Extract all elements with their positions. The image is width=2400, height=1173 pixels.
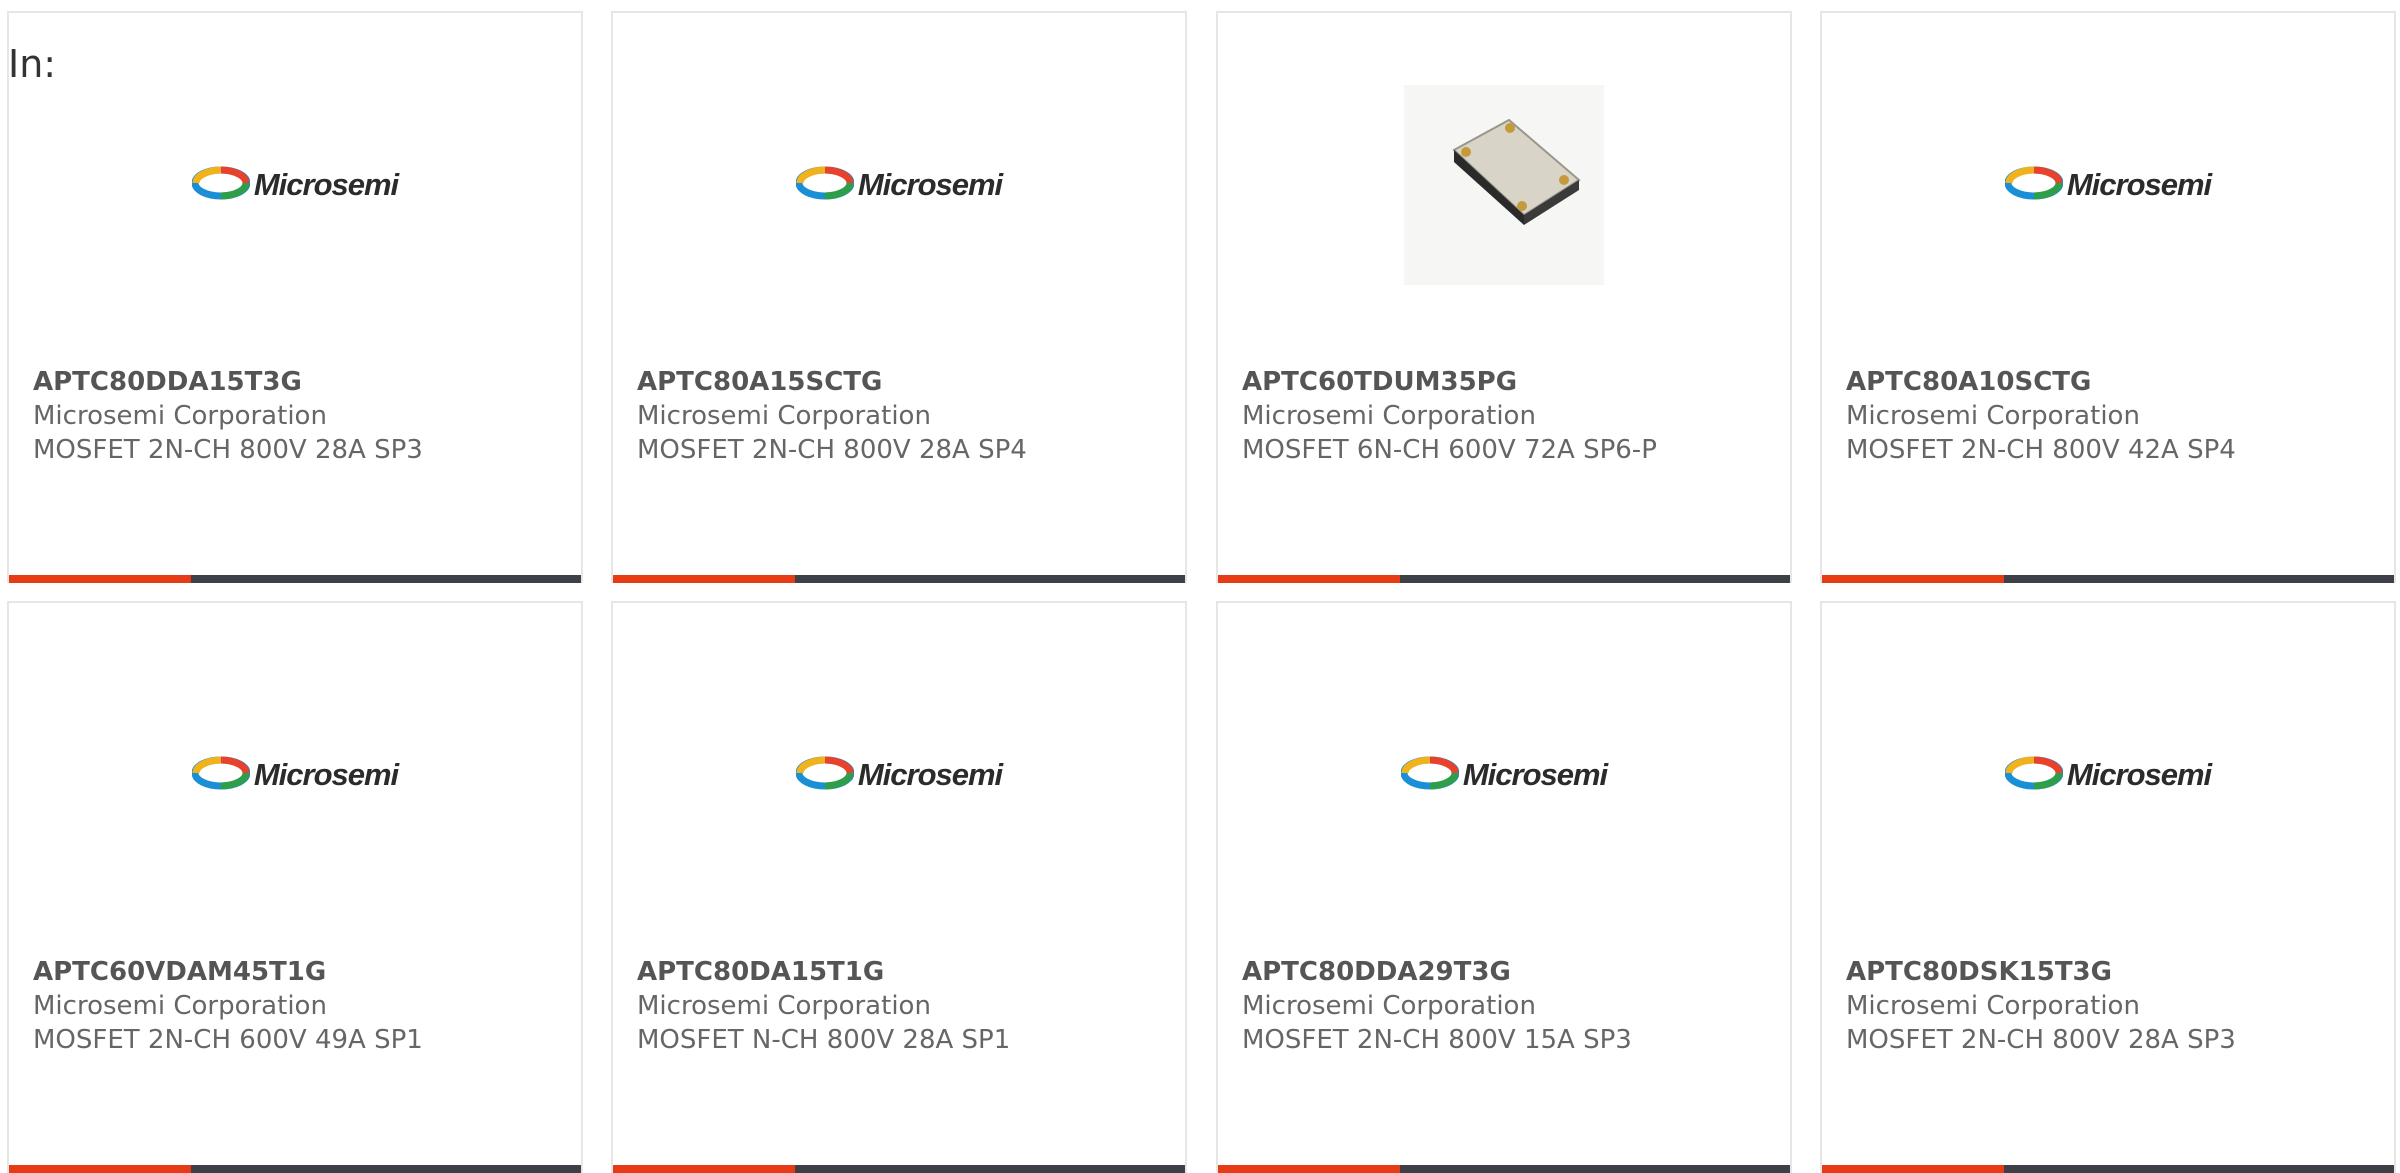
- product-description: MOSFET 2N-CH 800V 15A SP3: [1242, 1025, 1632, 1055]
- product-photo[interactable]: [1404, 85, 1604, 285]
- product-image-area[interactable]: Microsemi: [9, 85, 581, 285]
- product-description: MOSFET 2N-CH 800V 28A SP3: [1846, 1025, 2236, 1055]
- part-number-link[interactable]: APTC80DDA15T3G: [33, 365, 557, 399]
- product-info: APTC80DSK15T3G Microsemi Corporation MOSFE…: [1846, 955, 2370, 1057]
- manufacturer-name: Microsemi Corporation: [33, 401, 327, 431]
- part-number-link[interactable]: APTC80A15SCTG: [637, 365, 1161, 399]
- microsemi-logo: Microsemi: [191, 756, 399, 794]
- product-card[interactable]: Microsemi APTC80DSK15T3G Microsemi Corpora…: [1820, 601, 2396, 1173]
- microsemi-logo-icon: [795, 166, 855, 204]
- card-bottom-bar: [1218, 575, 1790, 583]
- microsemi-logo: Microsemi: [795, 166, 1003, 204]
- card-accent-bar: [613, 1165, 795, 1173]
- manufacturer-name: Microsemi Corporation: [1242, 401, 1536, 431]
- product-card[interactable]: APTC60TDUM35PG Microsemi Corporation MOSFE…: [1216, 11, 1792, 583]
- microsemi-logo-icon: [1400, 756, 1460, 794]
- product-description: MOSFET 2N-CH 800V 42A SP4: [1846, 435, 2236, 465]
- microsemi-logo-icon: [191, 166, 251, 204]
- product-description: MOSFET 2N-CH 800V 28A SP4: [637, 435, 1027, 465]
- product-image-area[interactable]: Microsemi: [613, 675, 1185, 875]
- card-bottom-bar: [9, 1165, 581, 1173]
- product-image-area[interactable]: Microsemi: [1822, 675, 2394, 875]
- microsemi-logo-text: Microsemi: [253, 167, 399, 202]
- card-accent-bar: [1218, 1165, 1400, 1173]
- microsemi-logo: Microsemi: [191, 166, 399, 204]
- product-info: APTC80DA15T1G Microsemi Corporation MOSFET…: [637, 955, 1161, 1057]
- card-accent-bar: [9, 1165, 191, 1173]
- microsemi-logo-text: Microsemi: [857, 757, 1003, 792]
- product-card[interactable]: Microsemi APTC80DDA15T3G Microsemi Corpora…: [7, 11, 583, 583]
- manufacturer-name: Microsemi Corporation: [637, 401, 931, 431]
- product-description: MOSFET 2N-CH 800V 28A SP3: [33, 435, 423, 465]
- card-accent-bar: [613, 575, 795, 583]
- part-number-link[interactable]: APTC80DSK15T3G: [1846, 955, 2370, 989]
- product-description: MOSFET N-CH 800V 28A SP1: [637, 1025, 1011, 1055]
- card-bottom-bar: [613, 1165, 1185, 1173]
- product-image-area[interactable]: Microsemi: [1218, 675, 1790, 875]
- product-info: APTC80A15SCTG Microsemi Corporation MOSFET…: [637, 365, 1161, 467]
- microsemi-logo-text: Microsemi: [253, 757, 399, 792]
- product-description: MOSFET 2N-CH 600V 49A SP1: [33, 1025, 423, 1055]
- manufacturer-name: Microsemi Corporation: [1846, 991, 2140, 1021]
- product-image-area[interactable]: Microsemi: [613, 85, 1185, 285]
- microsemi-logo: Microsemi: [795, 756, 1003, 794]
- product-info: APTC80A10SCTG Microsemi Corporation MOSFET…: [1846, 365, 2370, 467]
- microsemi-logo-text: Microsemi: [2066, 757, 2212, 792]
- manufacturer-name: Microsemi Corporation: [33, 991, 327, 1021]
- manufacturer-name: Microsemi Corporation: [637, 991, 931, 1021]
- microsemi-logo-text: Microsemi: [1462, 757, 1608, 792]
- microsemi-logo: Microsemi: [2004, 166, 2212, 204]
- card-accent-bar: [1218, 575, 1400, 583]
- card-bottom-bar: [1218, 1165, 1790, 1173]
- part-number-link[interactable]: APTC60VDAM45T1G: [33, 955, 557, 989]
- card-accent-bar: [9, 575, 191, 583]
- part-number-link[interactable]: APTC60TDUM35PG: [1242, 365, 1766, 399]
- card-bottom-bar: [613, 575, 1185, 583]
- microsemi-logo: Microsemi: [2004, 756, 2212, 794]
- manufacturer-name: Microsemi Corporation: [1242, 991, 1536, 1021]
- part-number-link[interactable]: APTC80DDA29T3G: [1242, 955, 1766, 989]
- product-card[interactable]: Microsemi APTC80A10SCTG Microsemi Corporat…: [1820, 11, 2396, 583]
- in-label: In:: [8, 42, 57, 86]
- product-info: APTC60VDAM45T1G Microsemi Corporation MOSF…: [33, 955, 557, 1057]
- product-card[interactable]: Microsemi APTC60VDAM45T1G Microsemi Corpor…: [7, 601, 583, 1173]
- microsemi-logo-icon: [795, 756, 855, 794]
- card-accent-bar: [1822, 1165, 2004, 1173]
- product-description: MOSFET 6N-CH 600V 72A SP6-P: [1242, 435, 1657, 465]
- microsemi-logo-icon: [191, 756, 251, 794]
- microsemi-logo: Microsemi: [1400, 756, 1608, 794]
- card-accent-bar: [1822, 575, 2004, 583]
- product-card[interactable]: Microsemi APTC80DA15T1G Microsemi Corporat…: [611, 601, 1187, 1173]
- product-image-area[interactable]: Microsemi: [9, 675, 581, 875]
- card-bottom-bar: [1822, 1165, 2394, 1173]
- product-grid-page: In: Microsemi APTC80DDA15T3G Microsemi Cor…: [0, 0, 2400, 1173]
- card-bottom-bar: [9, 575, 581, 583]
- product-info: APTC60TDUM35PG Microsemi Corporation MOSFE…: [1242, 365, 1766, 467]
- part-number-link[interactable]: APTC80A10SCTG: [1846, 365, 2370, 399]
- microsemi-logo-text: Microsemi: [2066, 167, 2212, 202]
- product-card[interactable]: Microsemi APTC80A15SCTG Microsemi Corporat…: [611, 11, 1187, 583]
- product-info: APTC80DDA29T3G Microsemi Corporation MOSFE…: [1242, 955, 1766, 1057]
- card-bottom-bar: [1822, 575, 2394, 583]
- microsemi-logo-text: Microsemi: [857, 167, 1003, 202]
- product-image-area[interactable]: [1218, 85, 1790, 285]
- product-image-area[interactable]: Microsemi: [1822, 85, 2394, 285]
- microsemi-logo-icon: [2004, 756, 2064, 794]
- product-card[interactable]: Microsemi APTC80DDA29T3G Microsemi Corpora…: [1216, 601, 1792, 1173]
- part-number-link[interactable]: APTC80DA15T1G: [637, 955, 1161, 989]
- product-info: APTC80DDA15T3G Microsemi Corporation MOSFE…: [33, 365, 557, 467]
- microsemi-logo-icon: [2004, 166, 2064, 204]
- manufacturer-name: Microsemi Corporation: [1846, 401, 2140, 431]
